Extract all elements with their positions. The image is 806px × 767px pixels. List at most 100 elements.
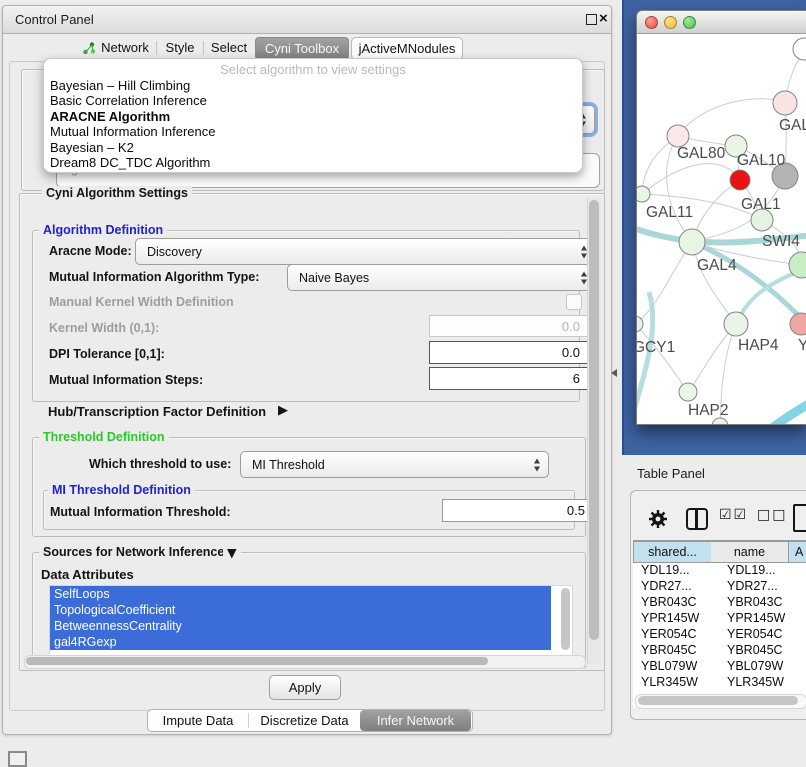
control-panel-titlebar[interactable]: Control Panel × [3,6,611,34]
network-window: GALGAL80GAL10GAL1GAL11GAL4SWI4GCY1HAP4YH… [636,10,806,425]
network-node-label: GAL80 [677,145,726,162]
bottom-tab-bar: Impute Data Discretize Data Infer Networ… [147,709,473,732]
apply-button[interactable]: Apply [269,675,341,700]
node-table: shared... name A YDL19...YDL19...13YDR27… [633,540,806,708]
network-node-label: GAL11 [646,204,693,221]
attribute-list-item[interactable]: BetweennessCentrality [50,618,551,634]
algorithm-dropdown: Select algorithm to view settings Bayesi… [43,58,583,173]
network-node[interactable] [730,170,750,190]
zoom-traffic-light[interactable] [683,16,696,29]
network-node[interactable] [793,38,806,60]
table-panel-card: ☑☑ □□ shared... name A YDL19...YDL19...1… [630,490,806,720]
data-attributes-label: Data Attributes [41,567,134,582]
manual-kernel-checkbox[interactable] [566,294,582,310]
minimize-traffic-light[interactable] [664,16,677,29]
settings-hscrollbar-thumb[interactable] [26,657,488,665]
tab-network[interactable]: Network [99,37,151,58]
column-header-name[interactable]: name [711,541,789,563]
algorithm-definition-title: Algorithm Definition [39,223,167,237]
kernel-width-field[interactable]: 0.0 [429,315,588,337]
tab-infer-network[interactable]: Infer Network [360,710,471,731]
network-node-gal4[interactable] [679,229,705,255]
attribute-list-item[interactable]: TopologicalCoefficient [50,602,551,618]
mi-threshold-field[interactable]: 0.5 [442,499,593,522]
manual-kernel-label: Manual Kernel Width Definition [49,295,234,309]
cyni-settings-title: Cyni Algorithm Settings [42,186,192,200]
which-threshold-label: Which threshold to use: [89,457,231,471]
table-row[interactable]: YLR345WYLR345W9. [633,674,806,690]
kernel-width-label: Kernel Width (0,1): [49,321,159,335]
close-icon[interactable]: × [599,9,608,29]
dpi-tolerance-label: DPI Tolerance [0,1]: [49,347,165,361]
mi-type-combo[interactable]: Naive Bayes [287,264,596,291]
deselect-all-checkboxes-icon[interactable]: □□ [757,507,787,523]
network-node-label: GAL [779,117,806,134]
tab-jactivemnodules[interactable]: jActiveMNodules [351,37,463,60]
select-all-checkboxes-icon[interactable]: ☑☑ [719,507,748,523]
table-hscrollbar-thumb[interactable] [638,696,798,705]
dpi-tolerance-field[interactable]: 0.0 [429,341,588,364]
new-table-icon[interactable] [793,504,806,532]
tab-impute-data[interactable]: Impute Data [148,710,248,731]
dropdown-prompt: Select algorithm to view settings [44,59,582,78]
algorithm-option[interactable]: Bayesian – Hill Climbing [44,78,582,93]
attributes-list-scrollbar[interactable] [561,588,570,650]
network-node-label: HAP2 [688,402,729,419]
attribute-list-item[interactable]: gal4RGexp [50,634,551,650]
columns-icon[interactable] [686,508,708,530]
close-traffic-light[interactable] [645,16,658,29]
column-header-partial[interactable]: A [789,541,806,563]
splitpane-collapse-icon[interactable] [611,369,617,377]
minimized-panel-icon[interactable] [8,751,27,767]
algorithm-definition-group: Algorithm Definition Aracne Mode: Discov… [32,230,580,402]
tab-discretize-data[interactable]: Discretize Data [249,710,360,731]
settings-vscrollbar-thumb[interactable] [589,200,599,640]
table-row[interactable]: YBR043CYBR043C [633,594,806,610]
aracne-mode-combo[interactable]: Discovery [135,238,596,265]
threshold-definition-group: Threshold Definition Which threshold to … [32,437,586,537]
table-row[interactable]: YPR145WYPR145W9. [633,610,806,626]
hub-definition-expander[interactable]: Hub/Transcription Factor Definition [48,404,266,419]
panel-title: Control Panel [15,12,94,27]
threshold-definition-title: Threshold Definition [39,430,169,444]
float-window-icon[interactable] [586,14,597,25]
column-header-shared-name[interactable]: shared... [633,541,712,563]
attribute-list-item[interactable]: SelfLoops [50,586,551,602]
dropdown-items: Bayesian – Hill ClimbingBasic Correlatio… [44,78,582,170]
network-node-hap4[interactable] [724,312,748,336]
algorithm-option[interactable]: Bayesian – K2 [44,140,582,155]
table-row[interactable]: YIL053CYIL053C9 [633,690,806,693]
aracne-mode-label: Aracne Mode: [49,244,132,258]
sources-collapse-icon[interactable]: ▼ [223,545,241,560]
mi-threshold-group: MI Threshold Definition Mutual Informati… [43,490,575,530]
network-node-gal11[interactable] [637,186,650,202]
table-row[interactable]: YER054CYER054C8. [633,626,806,642]
which-threshold-combo[interactable]: MI Threshold [240,451,549,478]
table-panel-title: Table Panel [637,466,705,481]
network-canvas[interactable]: GALGAL80GAL10GAL1GAL11GAL4SWI4GCY1HAP4YH… [637,34,806,424]
network-window-titlebar[interactable] [637,11,806,34]
gear-icon[interactable] [648,509,668,534]
mi-steps-field[interactable]: 6 [429,367,588,390]
algorithm-option[interactable]: Basic Correlation Inference [44,93,582,108]
algorithm-option[interactable]: ARACNE Algorithm [44,109,582,124]
network-node-y[interactable] [790,313,806,335]
mi-steps-label: Mutual Information Steps: [49,373,203,387]
network-node-hap2[interactable] [679,383,697,401]
algorithm-option[interactable]: Dream8 DC_TDC Algorithm [44,155,582,170]
network-node-gal[interactable] [773,91,797,115]
tab-cyni-toolbox[interactable]: Cyni Toolbox [255,37,349,60]
table-row[interactable]: YDR27...YDR27...12 [633,578,806,594]
algorithm-option[interactable]: Mutual Information Inference [44,124,582,139]
tab-style[interactable]: Style [161,37,199,58]
table-row[interactable]: YDL19...YDL19...13 [633,562,806,578]
table-rows: YDL19...YDL19...13YDR27...YDR27...12YBR0… [633,562,806,693]
tab-select[interactable]: Select [208,37,250,58]
table-row[interactable]: YBR045CYBR045C9. [633,642,806,658]
hub-expander-arrow-icon[interactable]: ▶ [278,403,288,418]
network-node-gal80[interactable] [667,125,689,147]
control-panel-window: Control Panel × Network Style Select Cyn… [2,5,612,735]
network-node-label: GAL10 [737,152,786,169]
network-node-label: GCY1 [637,339,675,356]
table-row[interactable]: YBL079WYBL079W [633,658,806,674]
